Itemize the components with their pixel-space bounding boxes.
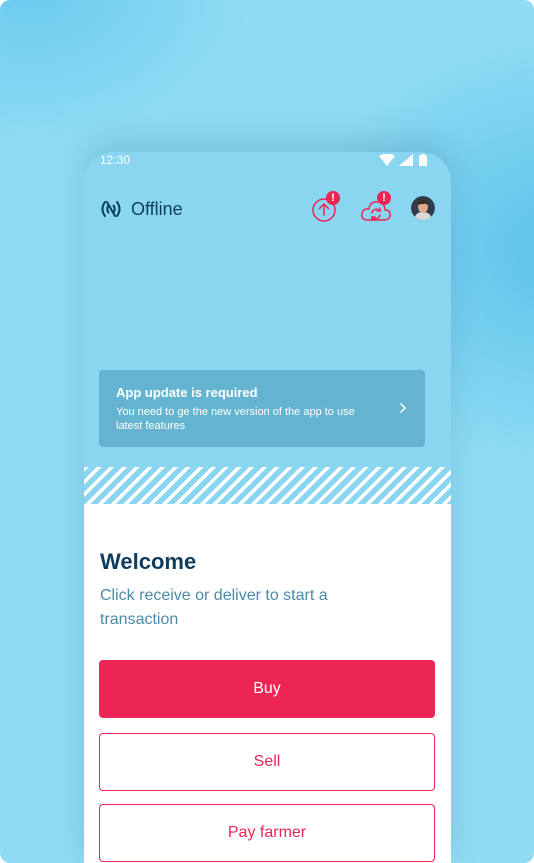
striped-divider xyxy=(84,467,451,504)
connection-status-label: Offline xyxy=(131,199,183,219)
upload-button[interactable]: ! xyxy=(310,191,342,226)
user-avatar[interactable] xyxy=(411,196,435,220)
offline-broadcast-icon xyxy=(101,201,121,217)
phone-screen: 12:30 Offline ! ! App update is required… xyxy=(84,152,451,863)
welcome-card: Welcome Click receive or deliver to star… xyxy=(84,504,451,863)
signal-icon xyxy=(399,154,413,166)
battery-icon xyxy=(419,154,427,166)
buy-button[interactable]: Buy xyxy=(99,660,435,718)
app-update-banner[interactable]: App update is required You need to ge th… xyxy=(99,370,425,447)
status-bar: 12:30 xyxy=(84,152,451,170)
wifi-icon xyxy=(379,154,395,166)
user-avatar-icon xyxy=(411,196,435,220)
chevron-right-icon xyxy=(400,403,406,413)
welcome-subtitle: Click receive or deliver to start a tran… xyxy=(100,587,328,628)
sync-button[interactable]: ! xyxy=(360,191,394,226)
top-bar: Offline ! ! xyxy=(84,191,451,228)
app-preview-background: 12:30 Offline ! ! App update is required… xyxy=(0,0,534,863)
update-banner-title: App update is required xyxy=(116,385,258,400)
welcome-title: Welcome xyxy=(100,549,197,574)
status-icons xyxy=(379,154,435,166)
upload-alert-badge: ! xyxy=(326,191,340,205)
sell-button[interactable]: Sell xyxy=(99,733,435,791)
update-banner-description: You need to ge the new version of the ap… xyxy=(116,406,355,432)
pay-farmer-button[interactable]: Pay farmer xyxy=(99,804,435,862)
sync-alert-badge: ! xyxy=(377,191,391,205)
status-time: 12:30 xyxy=(100,153,131,167)
